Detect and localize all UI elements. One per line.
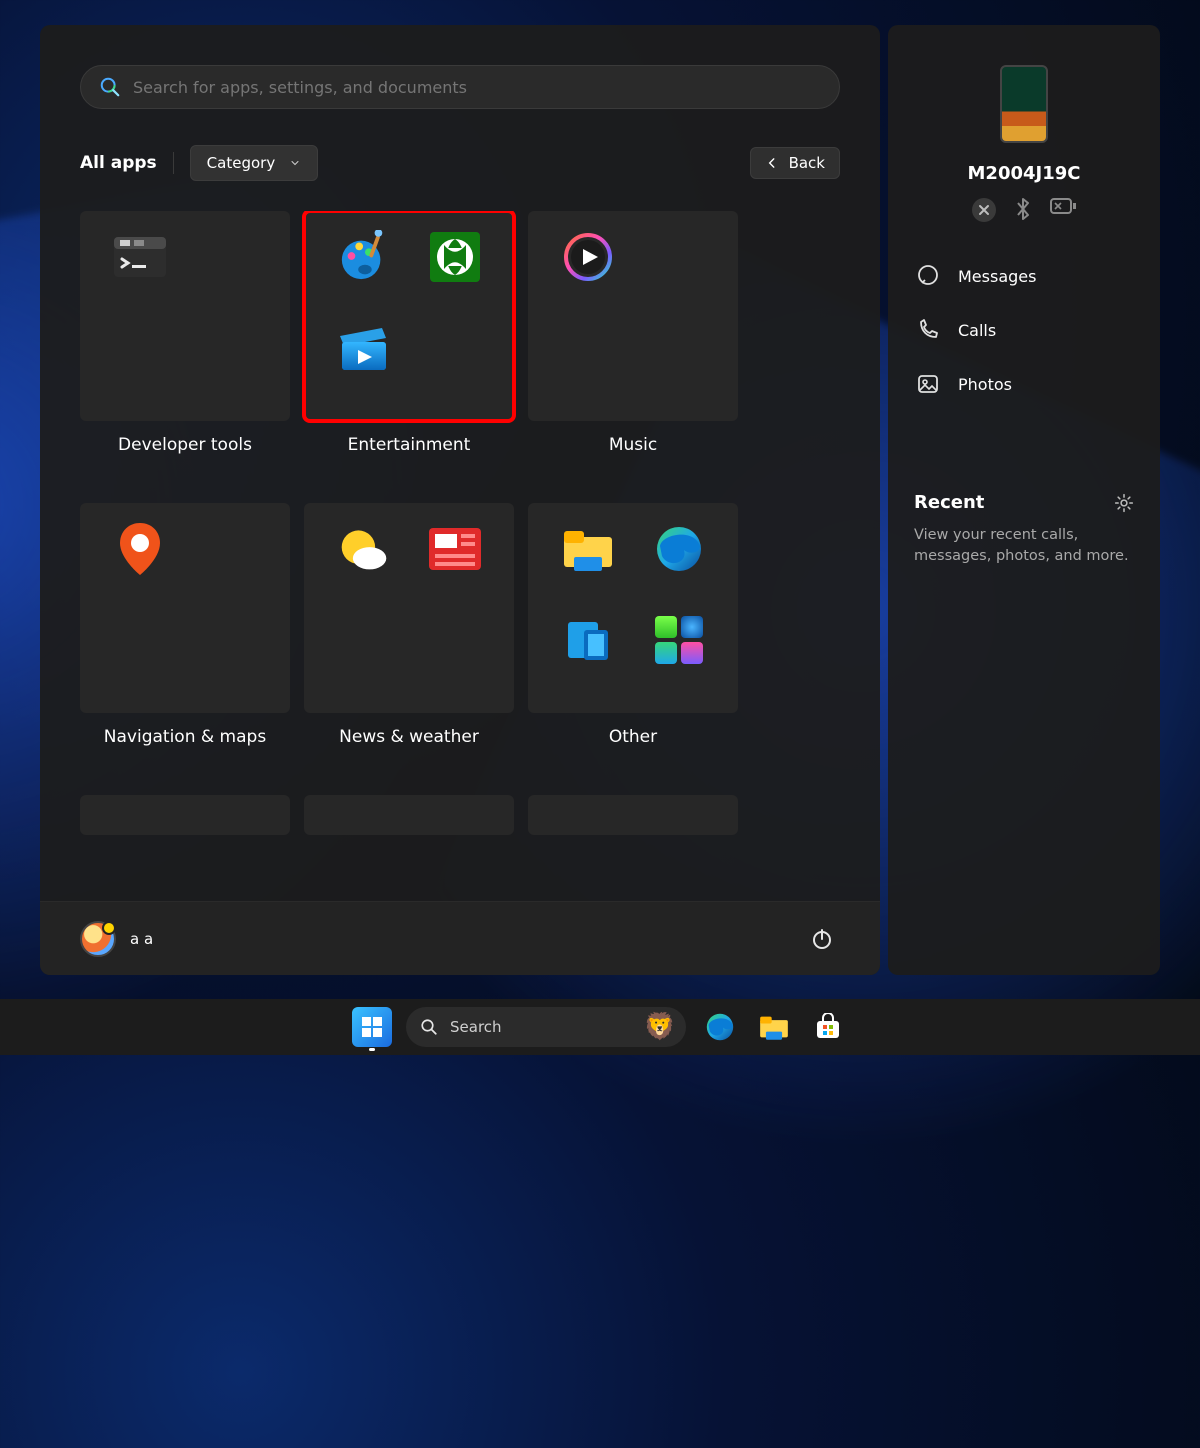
taskbar-search[interactable]: Search 🦁	[406, 1007, 686, 1047]
phone-recent-section: Recent View your recent calls, messages,…	[914, 492, 1134, 567]
back-button-label: Back	[789, 154, 825, 172]
edge-icon	[705, 1012, 735, 1042]
start-menu-panel: All apps Category Back	[40, 25, 880, 975]
category-tile[interactable]	[304, 503, 514, 713]
category-filter-dropdown[interactable]: Category	[190, 145, 319, 181]
taskbar-edge[interactable]	[700, 1007, 740, 1047]
category-other[interactable]: Other	[528, 503, 738, 747]
category-developer-tools[interactable]: Developer tools	[80, 211, 290, 455]
phone-link-photos[interactable]: Photos	[914, 366, 1134, 402]
phone-link-label: Photos	[958, 375, 1012, 394]
category-tile[interactable]	[528, 503, 738, 713]
category-tile[interactable]	[80, 211, 290, 421]
category-label: News & weather	[339, 727, 479, 747]
category-music[interactable]: Music	[528, 211, 738, 455]
media-player-icon	[562, 231, 614, 283]
bluetooth-icon[interactable]	[1014, 198, 1032, 220]
phone-link-icon	[562, 614, 614, 666]
calls-icon	[916, 318, 940, 342]
chevron-down-icon	[289, 157, 301, 169]
category-tile[interactable]	[528, 795, 738, 835]
maps-icon	[114, 523, 166, 575]
start-search-input[interactable]	[133, 78, 821, 97]
phone-links-list: Messages Calls Photos	[914, 258, 1134, 402]
windows-icon	[360, 1015, 384, 1039]
more-apps-icon	[653, 614, 705, 666]
taskbar-start-button[interactable]	[352, 1007, 392, 1047]
phone-device-name: M2004J19C	[968, 163, 1081, 184]
file-explorer-icon	[759, 1014, 789, 1040]
search-icon	[99, 76, 121, 98]
news-icon	[429, 523, 481, 575]
all-apps-header: All apps Category Back	[80, 145, 840, 181]
taskbar: Search 🦁	[0, 999, 1200, 1055]
terminal-icon	[114, 231, 166, 283]
chevron-left-icon	[765, 156, 779, 170]
category-label: Developer tools	[118, 435, 252, 455]
category-partial-3[interactable]	[528, 795, 738, 835]
phone-thumbnail[interactable]	[1000, 65, 1048, 143]
taskbar-store[interactable]	[808, 1007, 848, 1047]
category-partial-2[interactable]	[304, 795, 514, 835]
search-highlight-emoji: 🦁	[644, 1014, 676, 1040]
category-tile[interactable]	[80, 503, 290, 713]
start-search-bar[interactable]	[80, 65, 840, 109]
phone-link-label: Messages	[958, 267, 1036, 286]
weather-icon	[338, 523, 390, 575]
taskbar-file-explorer[interactable]	[754, 1007, 794, 1047]
category-news-weather[interactable]: News & weather	[304, 503, 514, 747]
all-apps-label: All apps	[80, 153, 157, 173]
search-icon	[420, 1018, 438, 1036]
user-avatar[interactable]	[80, 921, 116, 957]
category-entertainment[interactable]: Entertainment	[304, 211, 514, 455]
paint-icon	[338, 231, 390, 283]
file-explorer-icon	[562, 523, 614, 575]
start-user-bar: a a	[40, 901, 880, 975]
category-tile[interactable]	[80, 795, 290, 835]
category-scroll-area[interactable]: Developer tools	[80, 211, 840, 901]
recent-description: View your recent calls, messages, photos…	[914, 525, 1134, 567]
microsoft-store-icon	[814, 1013, 842, 1041]
edge-icon	[653, 523, 705, 575]
gear-icon[interactable]	[1114, 493, 1134, 513]
category-partial-1[interactable]	[80, 795, 290, 835]
taskbar-search-label: Search	[450, 1018, 502, 1036]
user-name-label[interactable]: a a	[130, 930, 153, 948]
phone-link-messages[interactable]: Messages	[914, 258, 1134, 294]
messages-icon	[916, 264, 940, 288]
category-navigation-maps[interactable]: Navigation & maps	[80, 503, 290, 747]
movies-tv-icon	[338, 322, 390, 374]
category-label: Music	[609, 435, 657, 455]
phone-link-calls[interactable]: Calls	[914, 312, 1134, 348]
power-icon	[810, 927, 834, 951]
back-button[interactable]: Back	[750, 147, 840, 179]
category-label: Other	[609, 727, 657, 747]
phone-link-label: Calls	[958, 321, 996, 340]
category-label: Navigation & maps	[104, 727, 266, 747]
power-button[interactable]	[804, 921, 840, 957]
recent-title: Recent	[914, 492, 984, 513]
category-label: Entertainment	[348, 435, 471, 455]
status-disconnected-icon[interactable]	[972, 198, 996, 222]
phone-status-row	[972, 198, 1076, 222]
battery-icon[interactable]	[1050, 198, 1076, 214]
category-tile[interactable]	[304, 211, 514, 421]
phone-link-panel: M2004J19C Messages	[888, 25, 1160, 975]
category-tile[interactable]	[528, 211, 738, 421]
photos-icon	[916, 372, 940, 396]
xbox-icon	[429, 231, 481, 283]
category-filter-label: Category	[207, 154, 276, 172]
category-tile[interactable]	[304, 795, 514, 835]
